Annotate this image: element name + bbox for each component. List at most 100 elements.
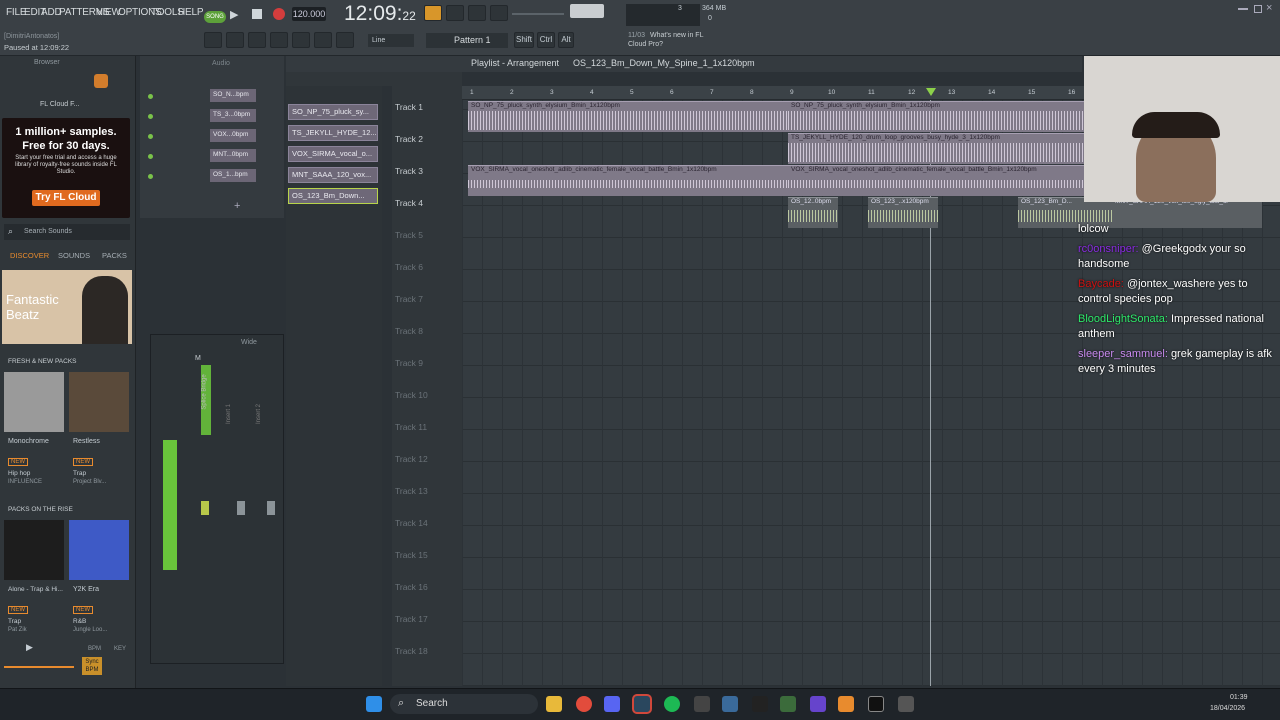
picker-item[interactable]: TS_JEKYLL_HYDE_12... xyxy=(288,125,378,141)
fl-studio-icon[interactable] xyxy=(838,696,854,712)
track-label[interactable]: Track 2 xyxy=(395,134,423,144)
track-label[interactable]: Track 6 xyxy=(395,262,423,272)
discord-icon[interactable] xyxy=(604,696,620,712)
maximize-icon[interactable] xyxy=(1254,5,1262,13)
play-icon[interactable]: ▶ xyxy=(230,8,244,22)
master-volume-slider[interactable] xyxy=(512,13,564,15)
add-channel-icon[interactable]: + xyxy=(234,200,240,212)
file-explorer-icon[interactable] xyxy=(546,696,562,712)
hint-text-2[interactable]: Cloud Pro? xyxy=(628,41,663,48)
tempo-display[interactable]: 120.000 xyxy=(292,7,326,21)
taskbar-search[interactable]: ⌕ Search xyxy=(390,694,538,714)
pack-cover-alone[interactable] xyxy=(4,520,64,580)
minimize-icon[interactable] xyxy=(1238,8,1248,10)
track-label[interactable]: Track 10 xyxy=(395,390,428,400)
picker-item[interactable]: SO_NP_75_pluck_sy... xyxy=(288,104,378,120)
loop-record-icon[interactable] xyxy=(468,5,486,21)
shift-key[interactable]: Shift xyxy=(514,32,534,48)
search-box[interactable]: ⌕ Search Sounds xyxy=(4,224,130,240)
preview-volume-slider[interactable] xyxy=(4,666,74,668)
fader-handle[interactable] xyxy=(237,501,245,515)
app-icon[interactable] xyxy=(752,696,768,712)
fader-handle[interactable] xyxy=(267,501,275,515)
channel-button[interactable]: SO_N...bpm xyxy=(210,89,256,102)
audio-clip[interactable]: VOX_SIRMA_vocal_oneshot_adlib_cinematic_… xyxy=(788,165,1084,196)
track-label[interactable]: Track 14 xyxy=(395,518,428,528)
channel-button[interactable]: OS_1...bpm xyxy=(210,169,256,182)
app-icon[interactable] xyxy=(868,696,884,712)
ctrl-key[interactable]: Ctrl xyxy=(537,32,555,48)
app-icon[interactable] xyxy=(694,696,710,712)
channel-button[interactable]: VOX...0bpm xyxy=(210,129,256,142)
spotify-icon[interactable] xyxy=(664,696,680,712)
audio-clip[interactable]: VOX_SIRMA_vocal_oneshot_adlib_cinematic_… xyxy=(468,165,788,196)
track-label[interactable]: Track 4 xyxy=(395,198,423,208)
channel-led[interactable] xyxy=(148,154,153,159)
tab-discover[interactable]: DISCOVER xyxy=(10,251,49,260)
close-icon[interactable]: × xyxy=(1266,2,1272,14)
pack-cover-y2k[interactable] xyxy=(69,520,129,580)
track-label[interactable]: Track 12 xyxy=(395,454,428,464)
track-label[interactable]: Track 13 xyxy=(395,486,428,496)
fantastic-beatz-banner[interactable]: Fantastic Beatz xyxy=(2,270,132,344)
mixer-icon[interactable] xyxy=(270,32,288,48)
track-label[interactable]: Track 11 xyxy=(395,422,427,432)
pattern-select[interactable]: Pattern 1 xyxy=(426,33,508,48)
playhead-marker[interactable] xyxy=(926,88,936,96)
mic-icon[interactable] xyxy=(336,32,354,48)
alt-key[interactable]: Alt xyxy=(558,32,574,48)
channel-led[interactable] xyxy=(148,174,153,179)
audio-clip[interactable]: OS_12..0bpm xyxy=(788,197,838,228)
audio-clip[interactable]: OS_123_..x120bpm xyxy=(868,197,938,228)
menu-help[interactable]: HELP xyxy=(178,7,204,18)
app-icon[interactable] xyxy=(780,696,796,712)
start-icon[interactable] xyxy=(366,696,382,712)
track-label[interactable]: Track 9 xyxy=(395,358,423,368)
plugin-picker-icon[interactable] xyxy=(292,32,310,48)
preview-play-icon[interactable]: ▶ xyxy=(26,642,33,653)
pack-cover-restless[interactable] xyxy=(69,372,129,432)
audio-clip[interactable]: SO_NP_75_pluck_synth_elysium_Bmin_1x120b… xyxy=(468,101,788,132)
step-edit-icon[interactable] xyxy=(490,5,508,21)
piano-roll-icon[interactable] xyxy=(226,32,244,48)
playlist-view-icon[interactable] xyxy=(204,32,222,48)
track-label[interactable]: Track 1 xyxy=(395,102,423,112)
picker-item[interactable]: MNT_SAAA_120_vox... xyxy=(288,167,378,183)
app-icon[interactable] xyxy=(810,696,826,712)
fader-handle[interactable] xyxy=(201,501,209,515)
track-label[interactable]: Track 17 xyxy=(395,614,428,624)
track-label[interactable]: Track 8 xyxy=(395,326,423,336)
snap-select[interactable]: Line xyxy=(368,34,414,47)
channel-rack-icon[interactable] xyxy=(248,32,266,48)
app-icon[interactable] xyxy=(722,696,738,712)
countdown-icon[interactable] xyxy=(446,5,464,21)
track-label[interactable]: Track 15 xyxy=(395,550,428,560)
arrow-icon[interactable] xyxy=(314,32,332,48)
tab-sounds[interactable]: SOUNDS xyxy=(58,251,90,260)
metronome-icon[interactable] xyxy=(424,5,442,21)
hint-text[interactable]: What's new in FL xyxy=(650,32,703,39)
pack-cover-monochrome[interactable] xyxy=(4,372,64,432)
stop-icon[interactable] xyxy=(252,9,262,19)
steam-icon[interactable] xyxy=(634,696,650,712)
audio-clip[interactable]: TS_JEKYLL_HYDE_120_drum_loop_grooves_bus… xyxy=(788,133,1084,164)
channel-led[interactable] xyxy=(148,134,153,139)
channel-button[interactable]: TS_3...0bpm xyxy=(210,109,256,122)
track-label[interactable]: Track 7 xyxy=(395,294,423,304)
channel-button[interactable]: MNT...0bpm xyxy=(210,149,256,162)
track-label[interactable]: Track 5 xyxy=(395,230,423,240)
song-mode-toggle[interactable]: SONG xyxy=(204,11,226,23)
picker-item-selected[interactable]: OS_123_Bm_Down... xyxy=(288,188,378,204)
track-label[interactable]: Track 16 xyxy=(395,582,428,592)
audio-clip[interactable]: SO_NP_75_pluck_synth_elysium_Bmin_1x120b… xyxy=(788,101,1084,132)
fl-cloud-icon[interactable] xyxy=(94,74,108,88)
settings-icon[interactable] xyxy=(898,696,914,712)
sync-bpm-button[interactable]: Sync BPM xyxy=(82,657,102,675)
record-icon[interactable] xyxy=(273,8,285,20)
track-label[interactable]: Track 3 xyxy=(395,166,423,176)
channel-led[interactable] xyxy=(148,94,153,99)
tab-packs[interactable]: PACKS xyxy=(102,251,127,260)
track-label[interactable]: Track 18 xyxy=(395,646,428,656)
try-fl-cloud-button[interactable]: Try FL Cloud xyxy=(32,190,100,206)
picker-item[interactable]: VOX_SIRMA_vocal_o... xyxy=(288,146,378,162)
